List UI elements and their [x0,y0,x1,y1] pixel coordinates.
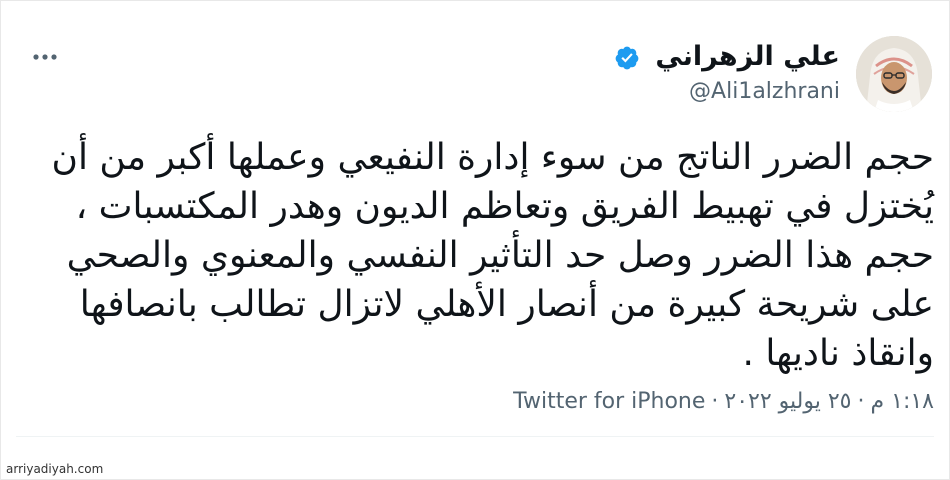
site-watermark: arriyadiyah.com [6,462,104,476]
more-horizontal-icon[interactable] [32,48,58,62]
tweet-metadata: ١:١٨ م·٢٥ يوليو ٢٠٢٢·Twitter for iPhone [513,389,934,414]
divider [16,436,934,437]
verified-badge-icon [615,46,639,69]
author-name-row[interactable]: علي الزهراني [614,40,840,74]
tweet-date[interactable]: ٢٥ يوليو ٢٠٢٢ [724,389,851,414]
author-handle[interactable]: @Ali1alzhrani [689,79,840,104]
tweet-text: حجم الضرر الناتج من سوء إدارة النفيعي وع… [51,133,934,378]
tweet-text-line: وانقاذ ناديها . [742,333,934,374]
tweet-text-line: على شريحة كبيرة من أنصار الأهلي لاتزال ت… [79,284,934,325]
author-display-name[interactable]: علي الزهراني [655,41,840,72]
tweet-text-line: حجم الضرر الناتج من سوء إدارة النفيعي وع… [51,137,934,178]
avatar[interactable] [856,36,932,112]
more-dots-icon [33,54,57,60]
tweet-text-line: يُختزل في تهبيط الفريق وتعاظم الديون وهد… [75,186,934,227]
tweet-text-line: حجم هذا الضرر وصل حد التأثير النفسي والم… [66,235,934,276]
tweet-card: علي الزهراني @Ali1alzhrani حجم الضرر الن… [0,0,950,480]
tweet-time[interactable]: ١:١٨ م [871,389,935,414]
meta-separator: · [711,389,719,414]
meta-separator: · [857,389,865,414]
tweet-source[interactable]: Twitter for iPhone [513,389,705,414]
